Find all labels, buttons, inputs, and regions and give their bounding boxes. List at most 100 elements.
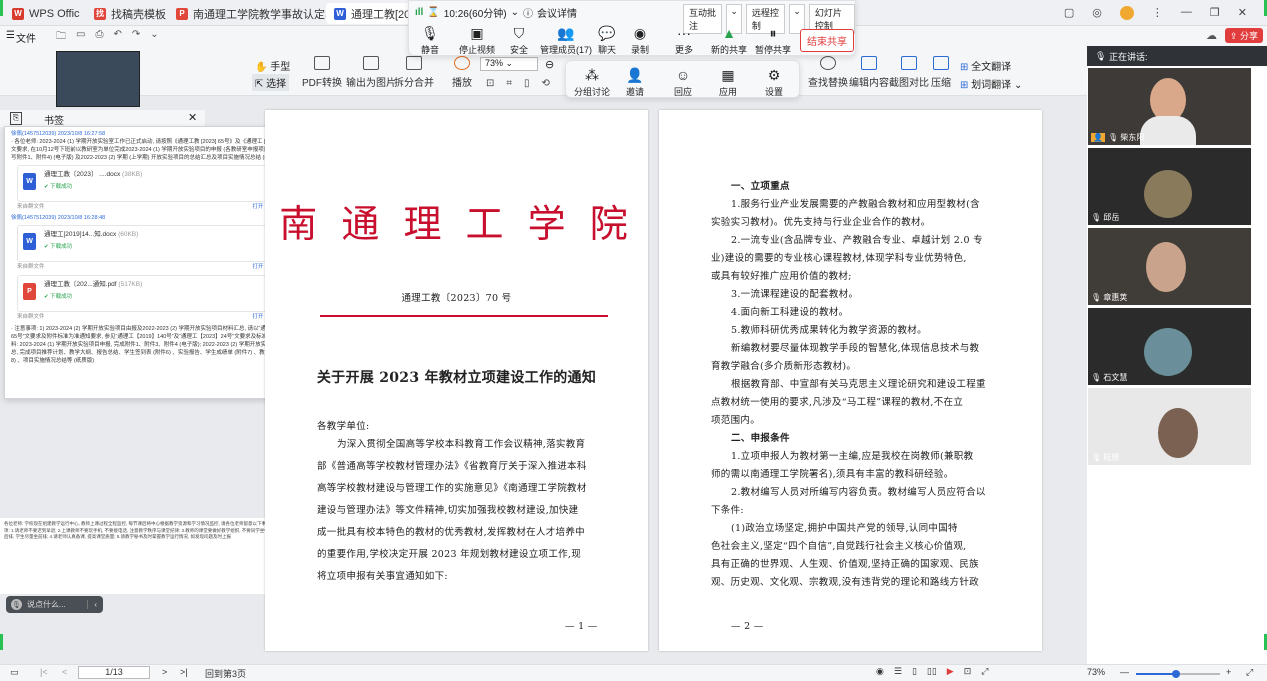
zoom-value: 73%	[1087, 667, 1106, 677]
record-button[interactable]: ◉ 录制	[631, 25, 649, 56]
breakout-button[interactable]: ⁂ 分组讨论	[574, 67, 610, 98]
compress-button[interactable]: 压缩	[931, 56, 951, 89]
chat-button[interactable]: 💬 聊天	[598, 25, 616, 56]
save-icon[interactable]: ▭	[76, 29, 85, 46]
body-line: 为深入贯彻全国高等学校本科教育工作会议精神,落实教育	[337, 439, 586, 450]
new-share-button[interactable]: ▲ 新的共享	[711, 25, 747, 56]
folder-icon[interactable]: 🗀	[56, 29, 66, 46]
screenshot-compare-button[interactable]: 截图对比	[889, 56, 929, 89]
share-button[interactable]: ⇪ 分享	[1224, 28, 1263, 43]
end-share-button[interactable]: 结束共享	[800, 29, 854, 52]
label: 邀请	[626, 87, 645, 97]
expand-icon[interactable]: ⤢	[1246, 667, 1253, 678]
tab-label: 通理工教[2023] 7	[351, 8, 410, 21]
sidebar-toggle-icon[interactable]: ▭	[10, 667, 19, 678]
mute-button[interactable]: 🎙 静音	[421, 25, 439, 56]
video-tile[interactable]: 👤 🎙 柴东阳	[1088, 68, 1251, 145]
notice-panel: 各位老师: 学校现在组建教学运行中心, 教师上课过程全程监控, 每节课后将中心根…	[0, 518, 273, 594]
share-screen-icon: ▲	[722, 25, 736, 41]
bookmark-icon[interactable]: ⎘	[10, 112, 22, 125]
body-line: 新编教材要尽量体现教学手段的智慧化,体现信息技术与教	[731, 343, 980, 354]
zoom-in-icon[interactable]: +	[1226, 667, 1231, 677]
word-translate-button[interactable]: ⊞ 划词翻译 ⌄	[960, 76, 1022, 91]
label: 编辑内容	[849, 78, 889, 89]
single-page-icon[interactable]: ▯	[524, 78, 530, 89]
zoom-slider[interactable]	[1136, 670, 1220, 678]
word-icon: W	[334, 7, 346, 20]
rotate-icon[interactable]: ⟲	[542, 78, 550, 89]
pdf-convert-button[interactable]: PDF转换	[302, 56, 342, 89]
prev-page-icon[interactable]: <	[62, 667, 67, 677]
avatar[interactable]	[1119, 6, 1134, 20]
maximize-icon[interactable]: ❐	[1210, 6, 1220, 20]
chevron-down-icon[interactable]: ⌄	[150, 29, 158, 46]
zoom-out-icon[interactable]: —	[1120, 667, 1129, 677]
file-menu[interactable]: 文件	[16, 30, 36, 45]
scroll-icon[interactable]: ☰	[894, 666, 902, 677]
fullscreen-icon[interactable]: ⤢	[981, 666, 988, 677]
settings-button[interactable]: ⚙ 设置	[765, 67, 783, 98]
double-icon[interactable]: ▯▯	[927, 666, 937, 677]
next-page-icon[interactable]: >	[162, 667, 167, 677]
invite-button[interactable]: 👤 邀请	[626, 67, 644, 98]
last-page-icon[interactable]: >|	[180, 667, 188, 677]
play-button[interactable]: 播放	[452, 56, 472, 89]
first-page-icon[interactable]: |<	[40, 667, 48, 677]
redo-icon[interactable]: ↷	[132, 29, 140, 46]
full-translate-button[interactable]: ⊞ 全文翻译	[960, 58, 1011, 73]
skin-icon[interactable]: ◎	[1092, 6, 1102, 20]
minimize-icon[interactable]: —	[1181, 6, 1192, 20]
apps-button[interactable]: ▦ 应用	[719, 67, 737, 98]
zoom-select[interactable]: 73% ⌄	[480, 57, 538, 71]
select-tool[interactable]: ⇱ 选择	[252, 74, 290, 91]
hamburger-icon[interactable]: ☰	[6, 30, 15, 41]
back-to-page[interactable]: 回到第3页	[205, 667, 246, 680]
video-tile[interactable]: 🎙 邱岳	[1088, 148, 1251, 225]
reaction-button[interactable]: ☺ 回应	[674, 67, 692, 98]
signal-icon: ıll	[415, 7, 424, 18]
file-actions: 来自群文件打开 打开文件夹 转发	[17, 203, 305, 211]
label: 录制	[631, 45, 650, 55]
file-card[interactable]: W 通理工教〔2023〕 ....docx (38KB) ✔ 下载成功	[17, 165, 305, 202]
fit-width-icon[interactable]: ⌗	[506, 78, 512, 89]
find-replace-button[interactable]: 查找替换	[808, 56, 848, 89]
fit-page-icon[interactable]: ⊡	[486, 78, 494, 89]
say-input[interactable]: 🎙 说点什么... ‹	[6, 596, 103, 613]
stop-video-button[interactable]: ▣ 停止视频	[459, 25, 495, 56]
layout-icon[interactable]: ▢	[1064, 6, 1074, 20]
zoom-slider-thumb[interactable]	[1172, 670, 1180, 678]
pause-share-button[interactable]: ⏸ 暂停共享	[755, 25, 791, 56]
edit-content-button[interactable]: 编辑内容	[849, 56, 889, 89]
participant-avatar	[1144, 328, 1192, 376]
video-tile[interactable]: 🎙 陆原	[1088, 388, 1251, 465]
cloud-icon[interactable]: ☁	[1206, 29, 1217, 42]
hand-tool[interactable]: ✋ 手型	[255, 58, 290, 73]
eye-icon[interactable]: ◉	[876, 666, 884, 677]
tab-current-doc[interactable]: W 通理工教[2023] 7	[326, 3, 410, 24]
export-image-button[interactable]: 输出为图片	[346, 56, 396, 89]
single-icon[interactable]: ▯	[912, 666, 917, 677]
security-button[interactable]: ⛉ 安全	[510, 25, 528, 56]
print-icon[interactable]: ⎙	[95, 29, 103, 46]
page-input[interactable]: 1/13	[78, 666, 150, 679]
close-icon[interactable]: ✕	[1238, 6, 1247, 20]
chevron-left-icon[interactable]: ‹	[87, 600, 97, 609]
video-tile[interactable]: 🎙 章惠荚	[1088, 228, 1251, 305]
pdf-icon: P	[176, 7, 188, 20]
undo-icon[interactable]: ↶	[113, 29, 121, 46]
close-icon[interactable]: ✕	[188, 111, 197, 124]
meeting-details[interactable]: 会议详情	[537, 5, 577, 20]
more-button[interactable]: ··· 更多	[675, 25, 693, 56]
file-card[interactable]: W 通理工[2019]14...知.docx (60KB) ✔ 下载成功	[17, 225, 305, 262]
menu-icon[interactable]: ⋮	[1152, 6, 1163, 20]
manage-members-button[interactable]: 👥 管理成员(17)	[540, 25, 592, 56]
split-merge-button[interactable]: 拆分合并	[394, 56, 434, 89]
file-card[interactable]: P 通理工教〔202...通知.pdf (517KB) ✔ 下载成功	[17, 275, 305, 312]
fit-icon[interactable]: ⊡	[964, 666, 972, 677]
tab-wps-office[interactable]: W WPS Office	[4, 3, 80, 24]
tab-pdf-doc[interactable]: P 南通理工学院教学事故认定与处理办	[168, 3, 328, 24]
play-icon[interactable]: ▶	[947, 666, 954, 677]
zoom-out-icon[interactable]: ⊖	[545, 58, 554, 71]
tab-template[interactable]: 找 找稿壳模板	[86, 3, 166, 24]
video-tile[interactable]: 🎙 石文慧	[1088, 308, 1251, 385]
